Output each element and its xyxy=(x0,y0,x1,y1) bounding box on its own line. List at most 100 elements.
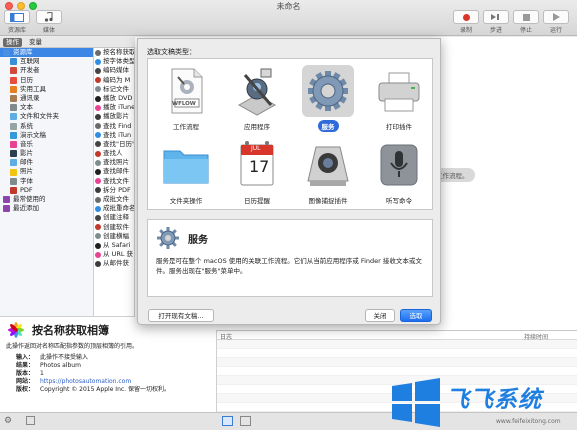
action-item[interactable]: 按名称获取 xyxy=(94,48,134,57)
action-item[interactable]: 成批文件 xyxy=(94,195,134,204)
library-item[interactable]: 实用工具 xyxy=(0,85,93,94)
calendar-month: JUL xyxy=(251,145,261,152)
action-item[interactable]: 播放 DVD xyxy=(94,94,134,103)
record-button[interactable] xyxy=(453,10,479,24)
action-icon xyxy=(95,141,101,148)
action-item[interactable]: 查找邮件 xyxy=(94,167,134,176)
description-toggle-icon[interactable] xyxy=(26,416,35,425)
tab-variables[interactable]: 变量 xyxy=(26,38,45,47)
library-item[interactable]: 通讯录 xyxy=(0,94,93,103)
action-item[interactable]: 编码为 M xyxy=(94,76,134,85)
type-description-text: 服务是可在整个 macOS 使用的关联工作流程。它们从当前应用程序或 Finde… xyxy=(156,257,422,275)
action-item-label: 从 URL 获 xyxy=(103,250,134,259)
action-item[interactable]: 从 Safari xyxy=(94,241,134,250)
duration-column-header[interactable]: 持续时间 xyxy=(524,332,548,341)
printer-icon xyxy=(373,65,425,117)
action-item-label: 成批重命名 xyxy=(103,204,134,213)
document-type-grid: WFLOW 工作流程 应用程序 服务 打印插件 文件夹操作 JUL 17 日历提… xyxy=(147,58,433,210)
library-item[interactable]: PDF xyxy=(0,186,93,195)
library-category-icon xyxy=(10,104,17,112)
action-item-label: 查找照片 xyxy=(103,158,129,167)
run-button[interactable] xyxy=(543,10,569,24)
library-item[interactable]: 最近添加 xyxy=(0,204,93,213)
library-item[interactable]: 音乐 xyxy=(0,140,93,149)
type-image-capture-plugin[interactable]: 图像捕捉插件 xyxy=(298,137,358,207)
action-icon xyxy=(95,113,101,120)
library-item[interactable]: 照片 xyxy=(0,167,93,176)
library-item[interactable]: 互联网 xyxy=(0,57,93,66)
action-item-label: 编码媒体 xyxy=(103,66,129,75)
action-item[interactable]: 查找照片 xyxy=(94,158,134,167)
type-calendar-alarm[interactable]: JUL 17 日历提醒 xyxy=(227,137,287,207)
meta-row-version: 版本： 1 xyxy=(15,369,44,377)
tab-actions[interactable]: 操作 xyxy=(3,38,22,47)
choose-button[interactable]: 选取 xyxy=(400,309,432,322)
log-column-header[interactable]: 日志 xyxy=(220,332,232,341)
service-small-gear-icon xyxy=(157,227,179,249)
action-icon xyxy=(95,150,101,157)
type-dictation-command[interactable]: 听写命令 xyxy=(369,137,429,207)
library-item[interactable]: 影片 xyxy=(0,149,93,158)
action-icon xyxy=(95,205,101,212)
action-item[interactable]: 拆分 PDF xyxy=(94,186,134,195)
action-item[interactable]: 创建横幅 xyxy=(94,232,134,241)
library-item-label: 文件和文件夹 xyxy=(20,112,59,121)
action-icon xyxy=(95,169,101,176)
library-item[interactable]: 日历 xyxy=(0,76,93,85)
close-button[interactable]: 关闭 xyxy=(365,309,395,322)
action-item[interactable]: 查找 iTun xyxy=(94,131,134,140)
action-item[interactable]: 播放影片 xyxy=(94,112,134,121)
camera-icon xyxy=(302,139,354,191)
action-item[interactable]: 成批重命名 xyxy=(94,204,134,213)
log-view-icon[interactable] xyxy=(222,416,233,426)
action-item-label: 标记文件 xyxy=(103,84,129,93)
stop-button[interactable] xyxy=(513,10,539,24)
type-service[interactable]: 服务 xyxy=(298,63,358,133)
action-item[interactable]: 标记文件 xyxy=(94,85,134,94)
library-item[interactable]: 演示文稿 xyxy=(0,131,93,140)
type-folder-action[interactable]: 文件夹操作 xyxy=(156,137,216,207)
action-item-label: 播放影片 xyxy=(103,112,129,121)
action-item[interactable]: 查找文件 xyxy=(94,177,134,186)
action-item[interactable]: 编码媒体 xyxy=(94,66,134,75)
watermark-url: www.feifeixitong.com xyxy=(496,418,561,425)
action-item[interactable]: 从邮件获 xyxy=(94,259,134,268)
type-label-application: 应用程序 xyxy=(244,123,270,131)
action-item[interactable]: 按字体类型 xyxy=(94,57,134,66)
library-item[interactable]: 开发者 xyxy=(0,66,93,75)
action-item[interactable]: 查找 Find xyxy=(94,122,134,131)
action-item[interactable]: 查找"日历" xyxy=(94,140,134,149)
library-item[interactable]: 系统 xyxy=(0,122,93,131)
step-button[interactable] xyxy=(483,10,509,24)
library-toggle-button[interactable] xyxy=(4,10,30,24)
library-icon xyxy=(10,12,24,22)
media-button[interactable] xyxy=(36,10,62,24)
action-item[interactable]: 创建软件 xyxy=(94,223,134,232)
action-item-label: 成批文件 xyxy=(103,195,129,203)
action-item-label: 拆分 PDF xyxy=(103,185,131,194)
action-item[interactable]: 播放 iTunes xyxy=(94,103,134,112)
type-print-plugin[interactable]: 打印插件 xyxy=(369,63,429,133)
library-item[interactable]: 字体 xyxy=(0,177,93,186)
action-item[interactable]: 查找人 xyxy=(94,149,134,158)
microphone-icon xyxy=(373,139,425,191)
variables-view-icon[interactable] xyxy=(240,416,251,426)
library-item-label: 照片 xyxy=(20,167,33,176)
meta-row-copyright: 版权： Copyright © 2015 Apple Inc. 保留一切权利。 xyxy=(15,386,170,394)
type-label-print-plugin: 打印插件 xyxy=(386,123,412,131)
library-item[interactable]: 邮件 xyxy=(0,158,93,167)
type-workflow[interactable]: WFLOW 工作流程 xyxy=(156,63,216,133)
open-existing-button[interactable]: 打开现有文稿... xyxy=(148,309,214,322)
action-item[interactable]: 创建注释 xyxy=(94,213,134,222)
library-item[interactable]: 资源库 xyxy=(0,48,93,58)
action-item[interactable]: 从 URL 获 xyxy=(94,250,134,259)
library-item-label: 文本 xyxy=(20,103,33,112)
library-button-label: 资源库 xyxy=(7,27,26,34)
library-item[interactable]: 文本 xyxy=(0,103,93,112)
type-application[interactable]: 应用程序 xyxy=(227,63,287,133)
library-item[interactable]: 最常使用的 xyxy=(0,195,93,204)
stop-button-label: 停止 xyxy=(519,27,532,34)
gear-icon[interactable]: ⚙ xyxy=(4,416,12,426)
library-item[interactable]: 文件和文件夹 xyxy=(0,112,93,121)
watermark: 飞飞系统 www.feifeixitong.com xyxy=(388,376,577,430)
